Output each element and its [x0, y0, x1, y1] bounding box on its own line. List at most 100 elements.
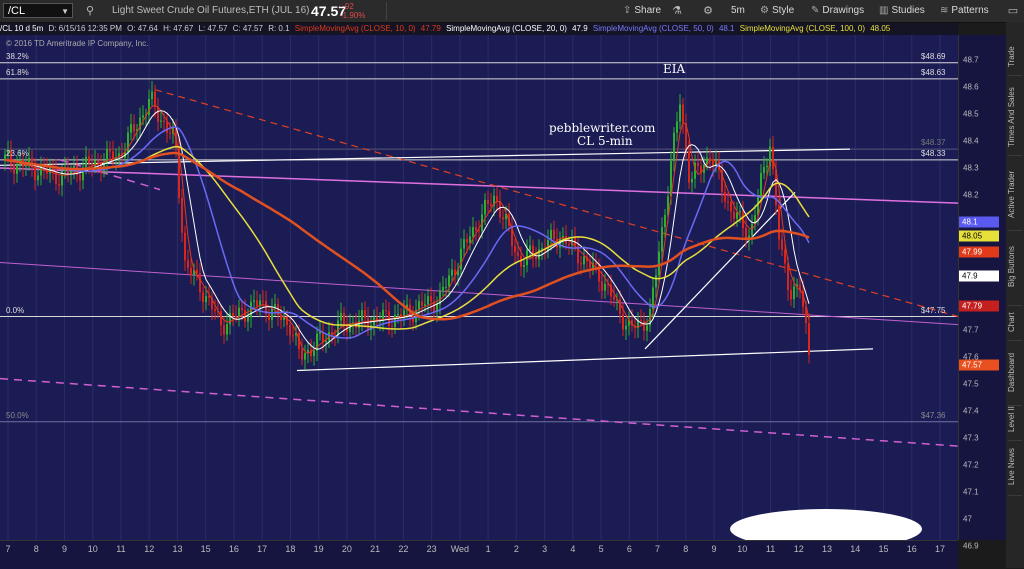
candle-body [655, 275, 657, 288]
tab-divider [1008, 305, 1022, 306]
candle-body [142, 115, 144, 118]
patterns-label: Patterns [951, 5, 989, 16]
candle-body [613, 296, 615, 300]
candle-body [463, 239, 465, 249]
symbol-value: /CL [8, 5, 26, 17]
candle-body [487, 199, 489, 204]
fib-level-price: $47.75 [921, 305, 946, 315]
side-tab-level-ii[interactable]: Level II [1007, 402, 1023, 437]
close-icon[interactable]: ▭ [1005, 3, 1021, 19]
price-tick: 47.3 [963, 433, 979, 443]
candle-body [157, 106, 159, 122]
info-open: O: 47.64 [127, 24, 158, 33]
candle-body [601, 281, 603, 291]
fib-level-label: 0.0% [6, 305, 25, 315]
sma50-label[interactable]: SimpleMovingAvg (CLOSE, 50, 0) [593, 24, 714, 33]
candle-body [496, 195, 498, 201]
side-tab-live-news[interactable]: Live News [1007, 442, 1023, 492]
candle-body [337, 320, 339, 336]
timeframe-button[interactable]: 5m [731, 3, 745, 19]
side-tab-active-trader[interactable]: Active Trader [1007, 162, 1023, 227]
candle-body [361, 310, 363, 321]
time-tick: 3 [542, 544, 548, 554]
price-tick: 47.1 [963, 487, 979, 497]
candle-body [514, 246, 516, 253]
candle-body [304, 353, 306, 360]
candle-body [364, 310, 366, 318]
time-tick: 9 [711, 544, 717, 554]
timeframe-label: 5m [731, 5, 745, 16]
candle-body [595, 262, 597, 265]
candle-body [733, 211, 735, 219]
candle-body [622, 314, 624, 330]
fib-level-label: 50.0% [6, 410, 29, 420]
instrument-title: Light Sweet Crude Oil Futures,ETH (JUL 1… [112, 5, 310, 16]
settings-icon[interactable]: ⚙ [700, 3, 716, 19]
sma20-label[interactable]: SimpleMovingAvg (CLOSE, 20, 0) [446, 24, 567, 33]
watermark-ellipse [730, 509, 922, 540]
price-flag: 47.99 [959, 246, 999, 258]
divider [386, 2, 387, 20]
chevron-down-icon[interactable]: ▼ [61, 4, 69, 19]
link-icon[interactable]: ⚲ [82, 3, 98, 19]
candle-body [679, 104, 681, 122]
candle-body [583, 256, 585, 265]
price-tick: 47.2 [963, 460, 979, 470]
candle-body [16, 164, 18, 174]
info-close: C: 47.57 [232, 24, 263, 33]
price-chart[interactable]: © 2016 TD Ameritrade IP Company, Inc. pe… [0, 35, 958, 540]
chart-canvas[interactable] [0, 35, 958, 540]
style-button[interactable]: ⚙ Style [760, 3, 794, 19]
pattern-icon: ≋ [940, 5, 949, 16]
candle-body [169, 132, 171, 134]
candle-body [640, 320, 642, 322]
sma10-label[interactable]: SimpleMovingAvg (CLOSE, 10, 0) [295, 24, 416, 33]
candle-body [166, 122, 168, 133]
candle-body [262, 300, 264, 302]
fib-level-price: $48.69 [921, 51, 946, 61]
copyright-text: © 2016 TD Ameritrade IP Company, Inc. [6, 39, 149, 48]
time-tick: 15 [200, 544, 211, 554]
side-tab-times-and-sales[interactable]: Times And Sales [1007, 82, 1023, 152]
tab-divider [1008, 340, 1022, 341]
patterns-button[interactable]: ≋ Patterns [940, 3, 989, 19]
candle-body [484, 199, 486, 215]
price-tick: 48.2 [963, 190, 979, 200]
candle-body [58, 183, 60, 186]
side-tab-dashboard[interactable]: Dashboard [1007, 342, 1023, 402]
time-tick: 19 [313, 544, 324, 554]
candle-body [553, 229, 555, 239]
candle-body [160, 120, 162, 122]
candle-body [781, 239, 783, 250]
candle-body [88, 156, 90, 164]
side-tab-big-buttons[interactable]: Big Buttons [1007, 232, 1023, 302]
drawings-button[interactable]: ✎ Drawings [811, 3, 864, 19]
time-tick: 11 [116, 544, 126, 554]
fib-level-price: $48.33 [921, 148, 946, 158]
candle-body [808, 323, 810, 355]
candle-body [766, 165, 768, 168]
time-tick: 14 [850, 544, 861, 554]
candle-body [214, 309, 216, 311]
annotation-eia: EIA [663, 62, 686, 76]
sma100-label[interactable]: SimpleMovingAvg (CLOSE, 100, 0) [740, 24, 865, 33]
share-button[interactable]: ⇪ Share [623, 3, 661, 19]
side-tab-trade[interactable]: Trade [1007, 42, 1023, 72]
sma100-value: 48.05 [870, 24, 891, 33]
candle-body [529, 245, 531, 250]
flask-icon[interactable]: ⚗ [669, 3, 685, 19]
candle-body [445, 286, 447, 288]
time-tick: 17 [934, 544, 946, 554]
time-tick: 5 [598, 544, 604, 554]
candle-body [241, 307, 243, 311]
candle-body [691, 178, 693, 183]
fib-level-label: 23.6% [6, 148, 29, 158]
gear-icon: ⚙ [760, 5, 769, 16]
time-tick: 8 [33, 544, 39, 554]
side-tab-chart[interactable]: Chart [1007, 307, 1023, 337]
time-axis[interactable]: 7 8 9 10 11 12 13 15 16 17 18 19 20 21 22 23 Wed 1 2 3 4 5 6 7 8… [0, 540, 958, 569]
studies-button[interactable]: ▥ Studies [879, 3, 925, 19]
symbol-selector[interactable]: /CL ▼ [3, 3, 73, 18]
candle-body [247, 317, 249, 322]
price-axis[interactable]: 48.748.648.548.448.348.247.947.747.647.5… [958, 35, 1007, 551]
